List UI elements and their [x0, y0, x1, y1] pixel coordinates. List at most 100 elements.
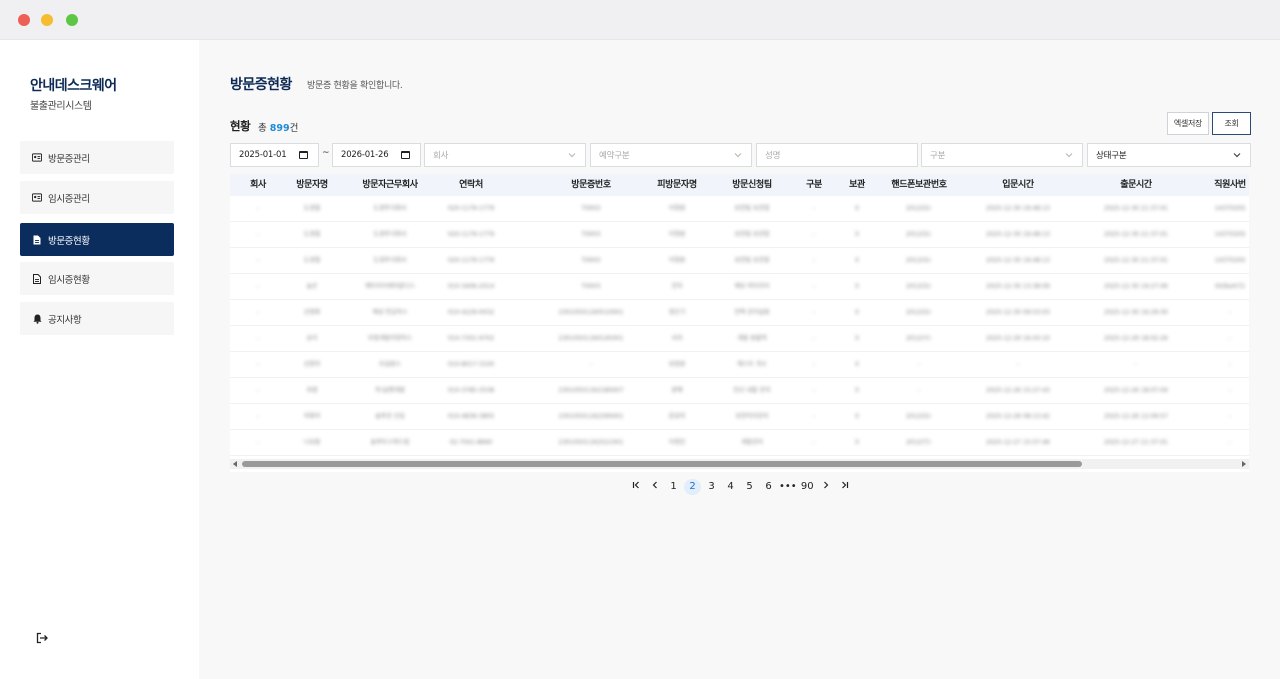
table-cell: 2025-12-30 19:48:13: [986, 257, 1050, 264]
last-page-icon[interactable]: [837, 479, 854, 495]
table-cell: 0: [855, 205, 859, 212]
page-6-button[interactable]: 6: [760, 479, 777, 495]
table-cell: 보링원: [668, 361, 686, 368]
table-cell: -: [256, 257, 260, 264]
table-cell: 완매: [671, 387, 683, 394]
table-cell: 사라: [671, 335, 683, 342]
table-cell: 23010501162180007: [558, 387, 624, 394]
table-cell: T0003: [581, 283, 601, 290]
scrollbar-thumb[interactable]: [242, 461, 1082, 467]
date-to-field[interactable]: 2026-01-26: [332, 143, 421, 167]
page-4-button[interactable]: 4: [722, 479, 739, 495]
table-cell: T0003: [581, 231, 601, 238]
table-cell: 010-4836-3805: [447, 413, 495, 420]
table-cell: 2025-12-27 21:37:01: [1104, 439, 1168, 446]
table-cell: 개발관리: [740, 439, 764, 446]
sidebar-item-temp-pass-status[interactable]: 임시증현황: [20, 262, 174, 295]
visitor-pass-table: 회사 방문자명 방문자근무회사 연락처 방문증번호 피방문자명 방문신청팀 구분 보관 핸드폰보관…: [230, 174, 1249, 472]
page-description: 방문증 현황을 확인합니다.: [307, 81, 403, 91]
table-cell: 이정민: [668, 439, 686, 446]
sidebar-item-visitor-pass-status[interactable]: 방문증현황: [20, 223, 174, 256]
table-row[interactable]: - 도경철 도경주식회사 020-1179-1779 T0003 이형원 보안팀 보관함 - 0…: [230, 248, 1249, 274]
table-row[interactable]: - 송이 모범개발자형하스 010-7301-9702 2301050116014500…: [230, 326, 1249, 352]
table-cell: 보안팀 보관함: [734, 205, 770, 212]
table-cell: -: [812, 361, 816, 368]
page-last-number-button[interactable]: 90: [799, 479, 816, 495]
sidebar-item-notices[interactable]: 공지사항: [20, 302, 174, 335]
table-cell: 인신 내을 관리: [733, 387, 771, 394]
table-cell: 0: [855, 361, 859, 368]
table-cell: -: [1228, 387, 1232, 394]
table-row[interactable]: - 위영 주)실행개발 010-3785-3538 23010501162180007 완…: [230, 378, 1249, 404]
company-select[interactable]: 회사: [424, 143, 586, 167]
maximize-window-button[interactable]: [66, 14, 78, 26]
table-cell: 주)실행개발: [375, 387, 405, 394]
calendar-icon[interactable]: [401, 151, 410, 159]
date-to-value: 2026-01-26: [341, 150, 389, 160]
search-button[interactable]: 조회: [1212, 112, 1251, 135]
horizontal-scrollbar[interactable]: [230, 459, 1249, 469]
table-cell: -: [256, 231, 260, 238]
table-cell: -: [812, 231, 816, 238]
table-cell: -: [256, 335, 260, 342]
table-cell: 2025-12-30 21:37:01: [1104, 231, 1168, 238]
table-cell: -: [812, 309, 816, 316]
category-select[interactable]: 구분: [921, 143, 1083, 167]
calendar-icon[interactable]: [299, 151, 308, 159]
table-cell: 2025-12-30 21:37:01: [1104, 205, 1168, 212]
table-cell: 2012(S)-: [906, 283, 932, 290]
table-cell: 23010501160510001: [558, 309, 624, 316]
table-cell: 윤묘미: [668, 413, 686, 420]
first-page-icon[interactable]: [627, 479, 644, 495]
logout-icon[interactable]: [35, 630, 49, 644]
column-header: 방문신청팀: [732, 180, 772, 190]
date-from-field[interactable]: 2025-01-01: [230, 143, 319, 167]
close-window-button[interactable]: [18, 14, 30, 26]
prev-page-icon[interactable]: [646, 479, 663, 495]
table-cell: 2012(T)-: [906, 439, 932, 446]
brand-subtitle: 불출관리시스템: [30, 101, 92, 112]
table-cell: 23010501162521001: [558, 439, 624, 446]
table-cell: T0003: [581, 205, 601, 212]
table-cell: -: [812, 283, 816, 290]
reservation-type-select[interactable]: 예약구분: [590, 143, 752, 167]
table-cell: 언택 관리실원: [734, 309, 770, 316]
table-cell: 0: [855, 335, 859, 342]
table-header: 회사 방문자명 방문자근무회사 연락처 방문증번호 피방문자명 방문신청팀 구분 보관 핸드폰보관…: [230, 174, 1249, 196]
page-2-button[interactable]: 2: [684, 479, 701, 495]
page-3-button[interactable]: 3: [703, 479, 720, 495]
table-cell: 선영화: [303, 309, 321, 316]
scroll-right-arrow-icon[interactable]: [1242, 461, 1246, 467]
table-row[interactable]: - 나보람 솔루트스락드컴 02-7041-8660 23010501162521001…: [230, 430, 1249, 456]
table-cell: 이형원: [668, 231, 686, 238]
table-cell: -: [256, 439, 260, 446]
table-row[interactable]: - 늘은 에티아이케미칼디스 010-3406-2014 T0003 전자 해보 머티리어 -…: [230, 274, 1249, 300]
table-cell: -: [812, 205, 816, 212]
table-row[interactable]: - 도경철 도경주식회사 020-1179-1779 T0003 이형원 보안팀 보관함 - 0…: [230, 222, 1249, 248]
pagination: 1 2 3 4 5 6 ••• 90: [626, 478, 855, 496]
scroll-left-arrow-icon[interactable]: [233, 461, 237, 467]
id-card-icon: [32, 153, 42, 163]
table-row[interactable]: - 저화야 솔루션 신입 010-4836-3805 23010501162290001…: [230, 404, 1249, 430]
next-page-icon[interactable]: [818, 479, 835, 495]
table-cell: 1437020S: [1214, 231, 1246, 238]
table-row[interactable]: - 선영화 해성 연금하스 010-4229-0032 2301050116051000…: [230, 300, 1249, 326]
page-5-button[interactable]: 5: [741, 479, 758, 495]
table-row[interactable]: - 선현라 모실원스 010-8017-3100 - 보링원 에스트 과소 - 0 - - - -: [230, 352, 1249, 378]
table-cell: 2025-12-30 19:48:13: [986, 231, 1050, 238]
page-1-button[interactable]: 1: [665, 479, 682, 495]
table-cell: 도경주식회사: [373, 231, 407, 238]
sidebar-item-temp-pass-management[interactable]: 임시증관리: [20, 181, 174, 214]
status-select[interactable]: 상태구분: [1087, 143, 1251, 167]
bell-icon: [32, 314, 42, 324]
excel-export-button[interactable]: 엑셀저장: [1167, 112, 1209, 135]
column-header: 직원사번: [1214, 180, 1246, 190]
table-cell: 2025-12-29 18:02:26: [1104, 335, 1168, 342]
minimize-window-button[interactable]: [41, 14, 53, 26]
category-select-placeholder: 구분: [930, 151, 946, 161]
name-input[interactable]: 성명: [756, 143, 918, 167]
sidebar-item-visitor-pass-management[interactable]: 방문증관리: [20, 141, 174, 174]
document-icon: [32, 235, 42, 245]
table-row[interactable]: - 도경철 도경주식회사 020-1179-1779 T0003 이형원 보안팀 보관함 - 0…: [230, 196, 1249, 222]
table-cell: 0: [855, 413, 859, 420]
